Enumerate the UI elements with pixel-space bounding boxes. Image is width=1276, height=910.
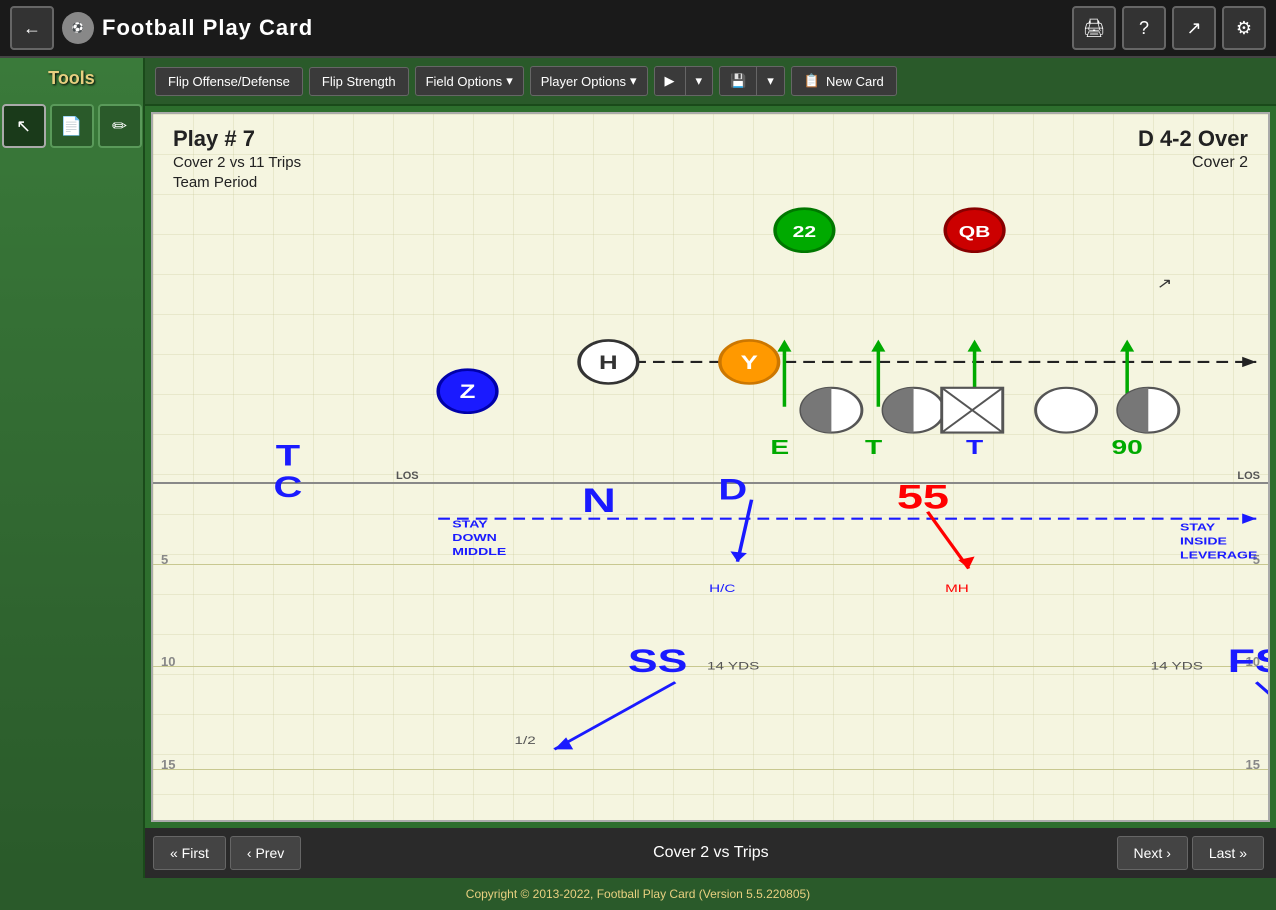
five-yard-label-left: 5 xyxy=(161,552,168,567)
card-tool-button[interactable]: 📄 xyxy=(50,104,94,148)
nav-center-text: Cover 2 vs Trips xyxy=(305,844,1116,862)
svg-text:T: T xyxy=(865,437,882,460)
svg-text:C: C xyxy=(274,471,303,504)
last-button[interactable]: Last » xyxy=(1192,836,1264,870)
toolbar: Flip Offense/Defense Flip Strength Field… xyxy=(145,58,1276,106)
help-button[interactable]: ? xyxy=(1122,6,1166,50)
play-field: Play # 7 Cover 2 vs 11 Trips Team Period… xyxy=(151,112,1270,822)
fifteen-yard-label-left: 15 xyxy=(161,757,175,772)
svg-text:STAY: STAY xyxy=(452,518,488,530)
fifteen-yard-line xyxy=(153,769,1268,770)
sidebar-title: Tools xyxy=(48,68,95,89)
field-svg: Z H Y xyxy=(153,114,1268,820)
print-button[interactable]: 🖨 xyxy=(1072,6,1116,50)
svg-text:QB: QB xyxy=(959,223,991,241)
new-card-button[interactable]: 📋 New Card xyxy=(791,66,897,96)
svg-text:Z: Z xyxy=(460,381,476,402)
svg-text:SS: SS xyxy=(628,643,687,679)
video-controls: ▶ ▾ xyxy=(654,66,714,96)
svg-text:↗: ↗ xyxy=(1157,276,1173,291)
svg-text:Y: Y xyxy=(741,352,758,373)
next-button[interactable]: Next › xyxy=(1117,836,1188,870)
svg-text:STAY: STAY xyxy=(1180,522,1216,534)
player-options-button[interactable]: Player Options ▾ xyxy=(530,66,648,96)
play-subtitle: Cover 2 vs 11 Trips xyxy=(173,154,301,171)
draw-tool-button[interactable]: ✏ xyxy=(98,104,142,148)
save-button[interactable]: 💾 xyxy=(720,67,757,95)
play-type: Team Period xyxy=(173,174,257,191)
player-options-dropdown-icon: ▾ xyxy=(630,73,637,89)
sidebar: Tools ↖ 📄 ✏ xyxy=(0,58,145,878)
svg-text:MH: MH xyxy=(945,582,969,595)
select-tool-button[interactable]: ↖ xyxy=(2,104,46,148)
los-line xyxy=(153,482,1268,484)
svg-text:E: E xyxy=(770,437,789,460)
footer: Copyright © 2013-2022, Football Play Car… xyxy=(0,878,1276,910)
svg-text:T: T xyxy=(276,439,300,472)
los-label-right: LOS xyxy=(1237,470,1260,482)
flip-strength-button[interactable]: Flip Strength xyxy=(309,67,409,96)
svg-text:LEVERAGE: LEVERAGE xyxy=(1180,549,1257,561)
tool-buttons: ↖ 📄 ✏ xyxy=(2,104,142,148)
share-button[interactable]: ↗ xyxy=(1172,6,1216,50)
svg-text:DOWN: DOWN xyxy=(452,532,497,544)
save-dropdown-button[interactable]: ▾ xyxy=(757,67,784,95)
new-card-icon: 📋 xyxy=(804,73,820,89)
ten-yard-label-right: 10 xyxy=(1246,654,1260,669)
play-number: Play # 7 xyxy=(173,126,255,152)
copyright-text: Copyright © 2013-2022, Football Play Car… xyxy=(466,887,810,901)
save-controls: 💾 ▾ xyxy=(719,66,785,96)
five-yard-label-right: 5 xyxy=(1253,552,1260,567)
svg-text:1/2: 1/2 xyxy=(514,734,535,747)
navigation-bar: « First ‹ Prev Cover 2 vs Trips Next › L… xyxy=(145,828,1276,878)
logo-area: ⚽ Football Play Card xyxy=(62,12,313,44)
los-label-left: LOS xyxy=(396,470,419,482)
header-actions: 🖨 ? ↗ ⚙ xyxy=(1072,6,1266,50)
ten-yard-line xyxy=(153,666,1268,667)
main-area: Tools ↖ 📄 ✏ Flip Offense/Defense Flip St… xyxy=(0,58,1276,878)
svg-text:MIDDLE: MIDDLE xyxy=(452,546,506,558)
svg-text:H/C: H/C xyxy=(709,582,736,595)
content-area: Flip Offense/Defense Flip Strength Field… xyxy=(145,58,1276,878)
back-button[interactable]: ← xyxy=(10,6,54,50)
svg-text:T: T xyxy=(966,437,983,460)
svg-text:INSIDE: INSIDE xyxy=(1180,535,1227,547)
ten-yard-label-left: 10 xyxy=(161,654,175,669)
field-options-dropdown-icon: ▾ xyxy=(506,73,513,89)
logo-icon: ⚽ xyxy=(62,12,94,44)
app-title: Football Play Card xyxy=(102,15,313,41)
prev-button[interactable]: ‹ Prev xyxy=(230,836,301,870)
first-button[interactable]: « First xyxy=(153,836,226,870)
video-dropdown-button[interactable]: ▾ xyxy=(686,67,713,95)
fifteen-yard-label-right: 15 xyxy=(1246,757,1260,772)
svg-text:22: 22 xyxy=(793,223,817,241)
five-yard-line xyxy=(153,564,1268,565)
formation-name: D 4-2 Over xyxy=(1138,126,1248,152)
svg-text:D: D xyxy=(718,474,747,507)
svg-text:H: H xyxy=(599,352,618,373)
app-header: ← ⚽ Football Play Card 🖨 ? ↗ ⚙ xyxy=(0,0,1276,58)
flip-offense-button[interactable]: Flip Offense/Defense xyxy=(155,67,303,96)
field-options-button[interactable]: Field Options ▾ xyxy=(415,66,524,96)
svg-text:90: 90 xyxy=(1111,437,1142,460)
settings-button[interactable]: ⚙ xyxy=(1222,6,1266,50)
svg-text:N: N xyxy=(582,481,616,519)
formation-sub: Cover 2 xyxy=(1192,154,1248,172)
video-play-button[interactable]: ▶ xyxy=(655,67,686,95)
